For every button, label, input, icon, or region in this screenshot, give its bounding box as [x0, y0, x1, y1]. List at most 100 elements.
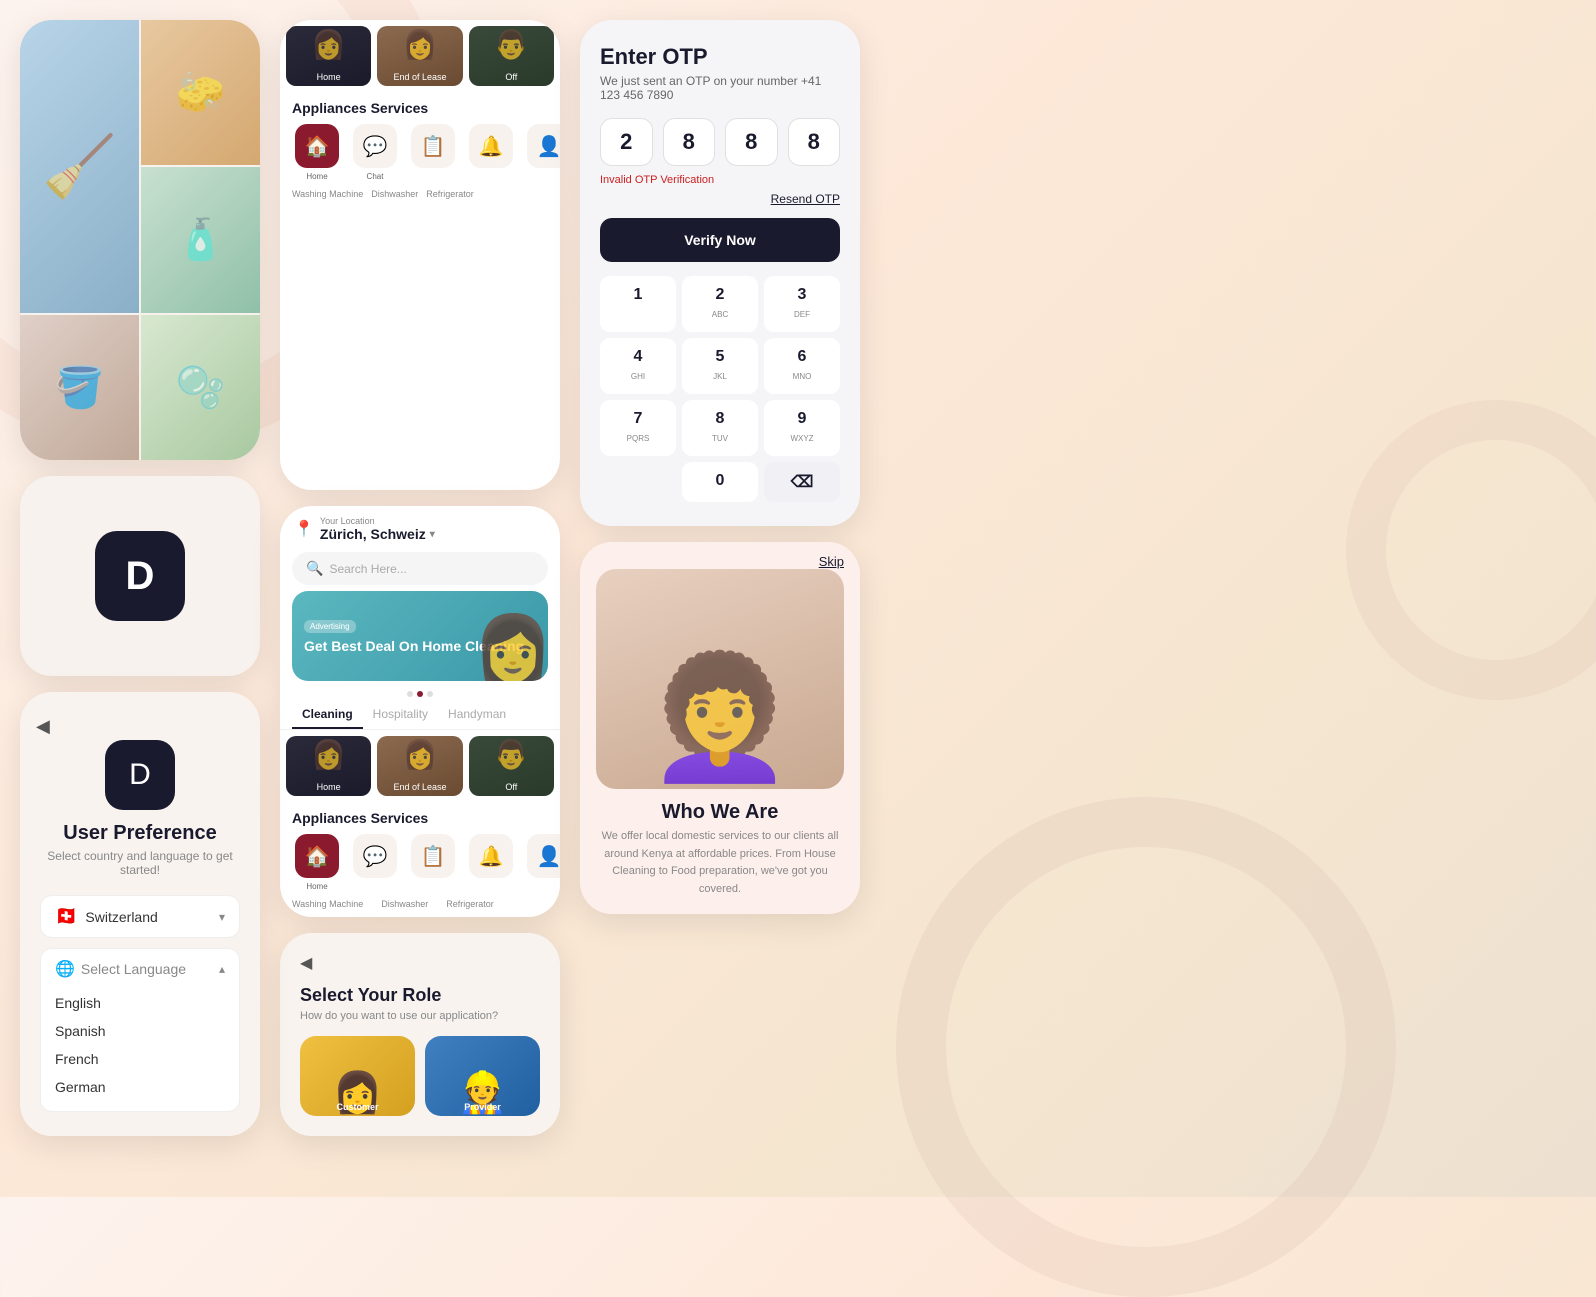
- dot-1: [407, 691, 413, 697]
- lang-option-german[interactable]: German: [55, 1073, 225, 1101]
- wwa-person-icon: 👩‍🦱: [645, 649, 794, 789]
- lang-option-spanish[interactable]: Spanish: [55, 1017, 225, 1045]
- numpad-6[interactable]: 6MNO: [764, 338, 840, 394]
- numpad-0[interactable]: 0: [682, 462, 758, 502]
- otp-digit-3[interactable]: 8: [725, 118, 778, 166]
- appliance-notif-icon: 🔔: [469, 124, 513, 168]
- lang-placeholder: Select Language: [81, 961, 219, 977]
- location-bar: 📍 Your Location Zürich, Schweiz ▾: [280, 506, 560, 546]
- appliance-chat[interactable]: 💬 Chat: [350, 124, 400, 181]
- resend-otp-link[interactable]: Resend OTP: [600, 192, 840, 206]
- numpad: 1 2ABC 3DEF 4GHI 5JKL 6MNO 7PQRS 8TUV 9W…: [600, 276, 840, 502]
- role-options: 👩 Customer 👷 Provider: [300, 1036, 540, 1116]
- cat-tab-cleaning[interactable]: Cleaning: [292, 701, 363, 729]
- service-tab-eol-b[interactable]: 👩 End of Lease: [377, 736, 462, 796]
- numpad-1[interactable]: 1: [600, 276, 676, 332]
- otp-digit-4[interactable]: 8: [788, 118, 841, 166]
- numpad-delete[interactable]: ⌫: [764, 462, 840, 502]
- otp-title: Enter OTP: [600, 44, 840, 70]
- appliances-title-b: Appliances Services: [280, 802, 560, 830]
- photo-cell-5: 🫧: [141, 315, 260, 460]
- service-tab-off-b-label: Off: [469, 782, 554, 792]
- banner-dots: [280, 687, 560, 701]
- country-name: Switzerland: [85, 909, 219, 925]
- service-tab-eol[interactable]: 👩 End of Lease: [377, 26, 462, 86]
- appliance-home-b[interactable]: 🏠 Home: [292, 834, 342, 891]
- appliance-booking[interactable]: 📋: [408, 124, 458, 181]
- role-back-arrow[interactable]: ◀: [300, 953, 540, 973]
- dot-2-active: [417, 691, 423, 697]
- location-pin-icon: 📍: [294, 519, 314, 539]
- otp-card: Enter OTP We just sent an OTP on your nu…: [580, 20, 860, 526]
- country-select[interactable]: 🇨🇭 Switzerland ▾: [40, 895, 240, 938]
- photo-cell-1: 🧹: [20, 20, 139, 313]
- appliance-home[interactable]: 🏠 Home: [292, 124, 342, 181]
- appliance-booking-b[interactable]: 📋: [408, 834, 458, 882]
- main-app-card-mid: 📍 Your Location Zürich, Schweiz ▾ 🔍 Sear…: [280, 506, 560, 917]
- wwa-header: Skip: [580, 542, 860, 569]
- appliance-notif-b-icon: 🔔: [469, 834, 513, 878]
- skip-button[interactable]: Skip: [819, 554, 844, 569]
- back-arrow-icon[interactable]: ◀: [36, 716, 50, 737]
- appliance-home-b-icon: 🏠: [295, 834, 339, 878]
- app-icon: D: [95, 531, 185, 621]
- home-cleaner-b-icon: 👩: [311, 738, 346, 771]
- numpad-8[interactable]: 8TUV: [682, 400, 758, 456]
- otp-subtitle: We just sent an OTP on your number +41 1…: [600, 74, 840, 102]
- screens-container: 🧹 🧽 🧴 🪣 🫧 D ◀ D: [0, 0, 1596, 1156]
- numpad-3[interactable]: 3DEF: [764, 276, 840, 332]
- country-flag: 🇨🇭: [55, 906, 77, 927]
- service-tab-home[interactable]: 👩 Home: [286, 26, 371, 86]
- language-dropdown[interactable]: 🌐 Select Language ▴ English Spanish Fren…: [40, 948, 240, 1112]
- wwa-title: Who We Are: [580, 789, 860, 828]
- role-option-provider[interactable]: 👷 Provider: [425, 1036, 540, 1116]
- location-main: Zürich, Schweiz ▾: [320, 526, 435, 542]
- globe-icon: 🌐: [55, 959, 75, 979]
- numpad-2[interactable]: 2ABC: [682, 276, 758, 332]
- appliance-chat-icon: 💬: [353, 124, 397, 168]
- lang-option-english[interactable]: English: [55, 989, 225, 1017]
- lang-option-french[interactable]: French: [55, 1045, 225, 1073]
- appliance-profile-b[interactable]: 👤: [524, 834, 560, 882]
- dot-3: [427, 691, 433, 697]
- appliance-profile[interactable]: 👤: [524, 124, 560, 181]
- role-option-customer[interactable]: 👩 Customer: [300, 1036, 415, 1116]
- appliance-profile-icon: 👤: [527, 124, 560, 168]
- numpad-5[interactable]: 5JKL: [682, 338, 758, 394]
- col3: Enter OTP We just sent an OTP on your nu…: [580, 20, 860, 1136]
- banner-card: Advertising Get Best Deal On Home Cleani…: [292, 591, 548, 681]
- appliance-chat-b[interactable]: 💬: [350, 834, 400, 882]
- role-customer-label: Customer: [300, 1102, 415, 1112]
- washing-machine-b-label: Washing Machine: [292, 899, 363, 909]
- photo-cell-4: 🪣: [20, 315, 139, 460]
- service-tab-off-b[interactable]: 👨 Off: [469, 736, 554, 796]
- user-pref-app-icon: D: [129, 758, 151, 792]
- cat-tab-hospitality[interactable]: Hospitality: [363, 701, 438, 729]
- appliance-home-label: Home: [306, 172, 327, 181]
- appliance-home-b-label: Home: [306, 882, 327, 891]
- service-tab-home-label: Home: [286, 72, 371, 82]
- home-cleaner-icon: 👩: [311, 28, 346, 61]
- otp-digit-2[interactable]: 8: [663, 118, 716, 166]
- search-icon: 🔍: [306, 560, 323, 577]
- service-tab-eol-b-label: End of Lease: [377, 782, 462, 792]
- service-tab-home-b[interactable]: 👩 Home: [286, 736, 371, 796]
- search-bar[interactable]: 🔍 Search Here...: [292, 552, 548, 585]
- photo-cell-2: 🧽: [141, 20, 260, 165]
- location-city: Zürich, Schweiz: [320, 526, 426, 542]
- service-tab-off-label: Off: [469, 72, 554, 82]
- appliance-profile-b-icon: 👤: [527, 834, 560, 878]
- search-placeholder: Search Here...: [329, 562, 406, 576]
- numpad-9[interactable]: 9WXYZ: [764, 400, 840, 456]
- cat-tab-handyman[interactable]: Handyman: [438, 701, 516, 729]
- appliance-notif-b[interactable]: 🔔: [466, 834, 516, 882]
- appliance-notif[interactable]: 🔔: [466, 124, 516, 181]
- appliance-booking-b-icon: 📋: [411, 834, 455, 878]
- role-provider-label: Provider: [425, 1102, 540, 1112]
- numpad-7[interactable]: 7PQRS: [600, 400, 676, 456]
- dishwasher-label: Dishwasher: [371, 189, 418, 199]
- numpad-4[interactable]: 4GHI: [600, 338, 676, 394]
- verify-button[interactable]: Verify Now: [600, 218, 840, 262]
- service-tab-off[interactable]: 👨 Off: [469, 26, 554, 86]
- otp-digit-1[interactable]: 2: [600, 118, 653, 166]
